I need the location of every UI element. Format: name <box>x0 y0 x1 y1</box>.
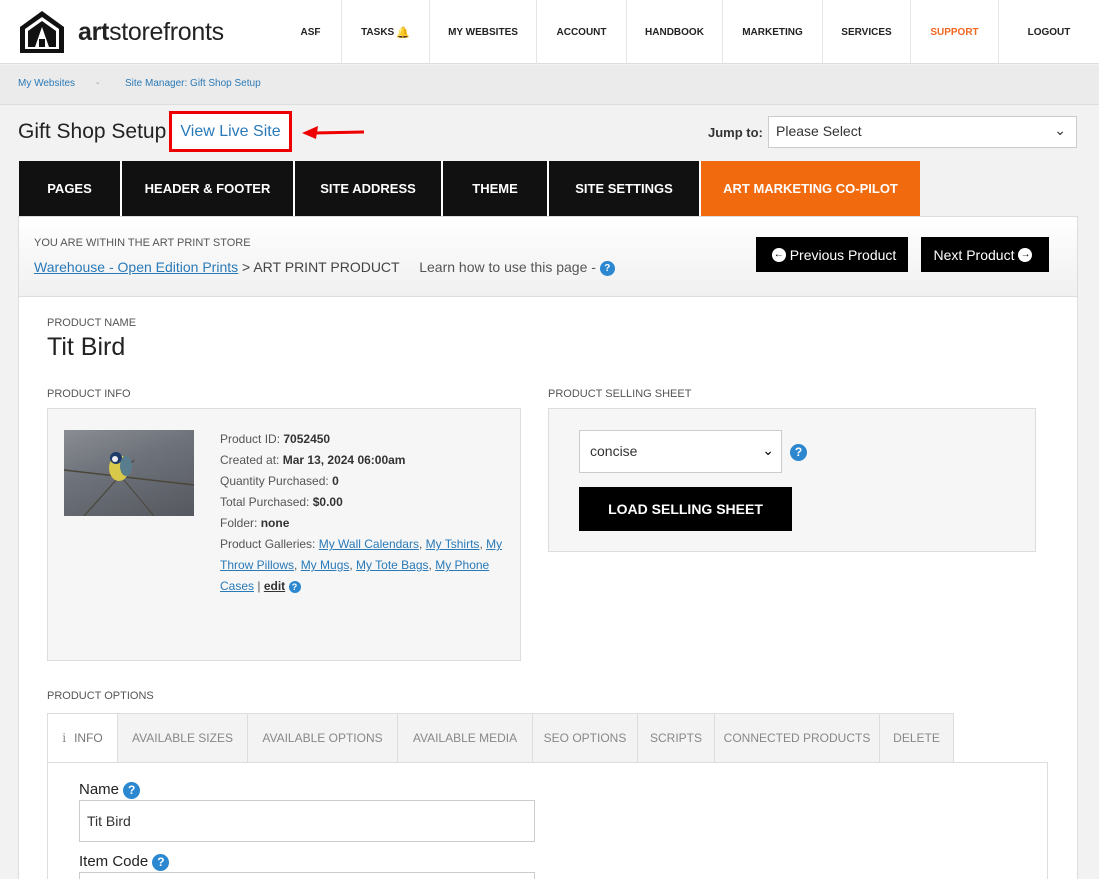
product-details: Product ID: 7052450 Created at: Mar 13, … <box>220 432 503 593</box>
product-id: 7052450 <box>283 432 331 446</box>
main-menu: ASF TASKS 🔔 MY WEBSITES ACCOUNT HANDBOOK … <box>280 0 1099 64</box>
folder: none <box>260 516 290 530</box>
chevron-down-icon: ⌄ <box>1054 122 1066 138</box>
breadcrumb-site-manager[interactable]: Site Manager: Gift Shop Setup <box>125 78 261 89</box>
next-product-button[interactable]: Next Product → <box>921 237 1049 272</box>
product-panel: YOU ARE WITHIN THE ART PRINT STORE Wareh… <box>18 216 1078 879</box>
gallery-link[interactable]: My Wall Calendars <box>319 537 419 551</box>
nav-services[interactable]: SERVICES <box>822 0 910 64</box>
product-info-box: Product ID: 7052450 Created at: Mar 13, … <box>47 408 521 661</box>
nav-marketing[interactable]: MARKETING <box>722 0 822 64</box>
gallery-link[interactable]: My Tote Bags <box>356 558 428 572</box>
tab-theme[interactable]: THEME <box>443 161 549 216</box>
product-thumbnail[interactable] <box>64 430 194 516</box>
previous-product-button[interactable]: ← Previous Product <box>756 237 908 272</box>
product-options-tabs: i INFO AVAILABLE SIZES AVAILABLE OPTIONS … <box>47 713 954 763</box>
page-title: Gift Shop Setup <box>18 120 167 143</box>
gallery-link[interactable]: My Mugs <box>301 558 350 572</box>
logo[interactable]: artstorefronts <box>18 8 224 56</box>
quantity-purchased: 0 <box>332 474 339 488</box>
brand-name: artstorefronts <box>78 17 224 46</box>
product-name: Tit Bird <box>47 333 126 361</box>
item-code-field-label: Item Code ? <box>79 853 170 871</box>
store-context-header: YOU ARE WITHIN THE ART PRINT STORE Wareh… <box>19 217 1077 297</box>
nav-tasks[interactable]: TASKS 🔔 <box>341 0 429 64</box>
help-icon[interactable]: ? <box>123 781 141 799</box>
tab-info[interactable]: i INFO <box>47 713 118 763</box>
view-live-site-link[interactable]: View Live Site <box>169 111 292 152</box>
total-purchased: $0.00 <box>312 495 343 509</box>
tab-available-media[interactable]: AVAILABLE MEDIA <box>398 713 533 763</box>
current-section: ART PRINT PRODUCT <box>253 259 400 275</box>
tab-delete[interactable]: DELETE <box>880 713 954 763</box>
tab-header-footer[interactable]: HEADER & FOOTER <box>122 161 295 216</box>
tab-available-options[interactable]: AVAILABLE OPTIONS <box>248 713 398 763</box>
selling-sheet-box: concise ⌄ ? LOAD SELLING SHEET <box>548 408 1036 552</box>
warehouse-link[interactable]: Warehouse - Open Edition Prints <box>34 259 238 275</box>
info-icon: i <box>62 731 67 745</box>
storefront-logo-icon <box>20 11 64 53</box>
help-icon[interactable]: ? <box>288 580 301 593</box>
nav-account[interactable]: ACCOUNT <box>536 0 626 64</box>
name-field-label: Name ? <box>79 781 141 799</box>
created-at: Mar 13, 2024 06:00am <box>282 453 406 467</box>
tab-scripts[interactable]: SCRIPTS <box>638 713 715 763</box>
breadcrumb-separator: - <box>96 78 100 89</box>
tab-connected-products[interactable]: CONNECTED PRODUCTS <box>715 713 880 763</box>
top-navigation: artstorefronts ASF TASKS 🔔 MY WEBSITES AC… <box>0 0 1099 64</box>
nav-asf[interactable]: ASF <box>280 0 341 64</box>
tab-site-address[interactable]: SITE ADDRESS <box>295 161 443 216</box>
name-input[interactable]: Tit Bird <box>79 800 535 842</box>
learn-how-link[interactable]: Learn how to use this page - ? <box>419 259 615 276</box>
help-icon[interactable]: ? <box>599 260 615 276</box>
jump-to-select[interactable]: Please Select ⌄ <box>768 116 1077 148</box>
nav-support[interactable]: SUPPORT <box>910 0 998 64</box>
red-arrow-icon <box>302 126 365 139</box>
tab-art-marketing-copilot[interactable]: ART MARKETING CO-PILOT <box>701 161 920 216</box>
nav-handbook[interactable]: HANDBOOK <box>626 0 722 64</box>
main-tabs: PAGES HEADER & FOOTER SITE ADDRESS THEME… <box>19 161 920 216</box>
store-crumb-separator: > <box>242 259 251 275</box>
help-icon[interactable]: ? <box>152 853 170 871</box>
product-info-label: PRODUCT INFO <box>47 388 131 400</box>
tab-available-sizes[interactable]: AVAILABLE SIZES <box>118 713 248 763</box>
store-breadcrumb: Warehouse - Open Edition Prints > ART PR… <box>34 259 615 276</box>
load-selling-sheet-button[interactable]: LOAD SELLING SHEET <box>579 487 792 531</box>
edit-galleries-link[interactable]: edit <box>264 579 285 593</box>
bird-image <box>64 452 194 516</box>
product-options-label: PRODUCT OPTIONS <box>47 690 154 702</box>
item-code-input[interactable] <box>79 872 535 879</box>
arrow-right-circle-icon: → <box>1018 247 1033 262</box>
store-context-label: YOU ARE WITHIN THE ART PRINT STORE <box>34 237 251 249</box>
selling-sheet-label: PRODUCT SELLING SHEET <box>548 388 692 400</box>
help-icon[interactable]: ? <box>790 444 807 461</box>
bell-icon: 🔔 <box>396 26 410 39</box>
nav-logout[interactable]: LOGOUT <box>998 0 1099 64</box>
breadcrumb-my-websites[interactable]: My Websites <box>18 78 75 89</box>
tab-site-settings[interactable]: SITE SETTINGS <box>549 161 701 216</box>
nav-my-websites[interactable]: MY WEBSITES <box>429 0 536 64</box>
gallery-link[interactable]: My Tshirts <box>426 537 480 551</box>
chevron-down-icon: ⌄ <box>762 442 774 458</box>
arrow-left-circle-icon: ← <box>771 247 786 262</box>
product-name-label: PRODUCT NAME <box>47 317 137 329</box>
jump-to-label: Jump to: <box>708 125 763 140</box>
tab-seo-options[interactable]: SEO OPTIONS <box>533 713 638 763</box>
selling-sheet-select[interactable]: concise ⌄ <box>579 430 782 473</box>
info-form: Name ? Tit Bird Item Code ? <box>47 762 1048 879</box>
tab-pages[interactable]: PAGES <box>19 161 122 216</box>
breadcrumb: My Websites - Site Manager: Gift Shop Se… <box>0 65 1099 105</box>
